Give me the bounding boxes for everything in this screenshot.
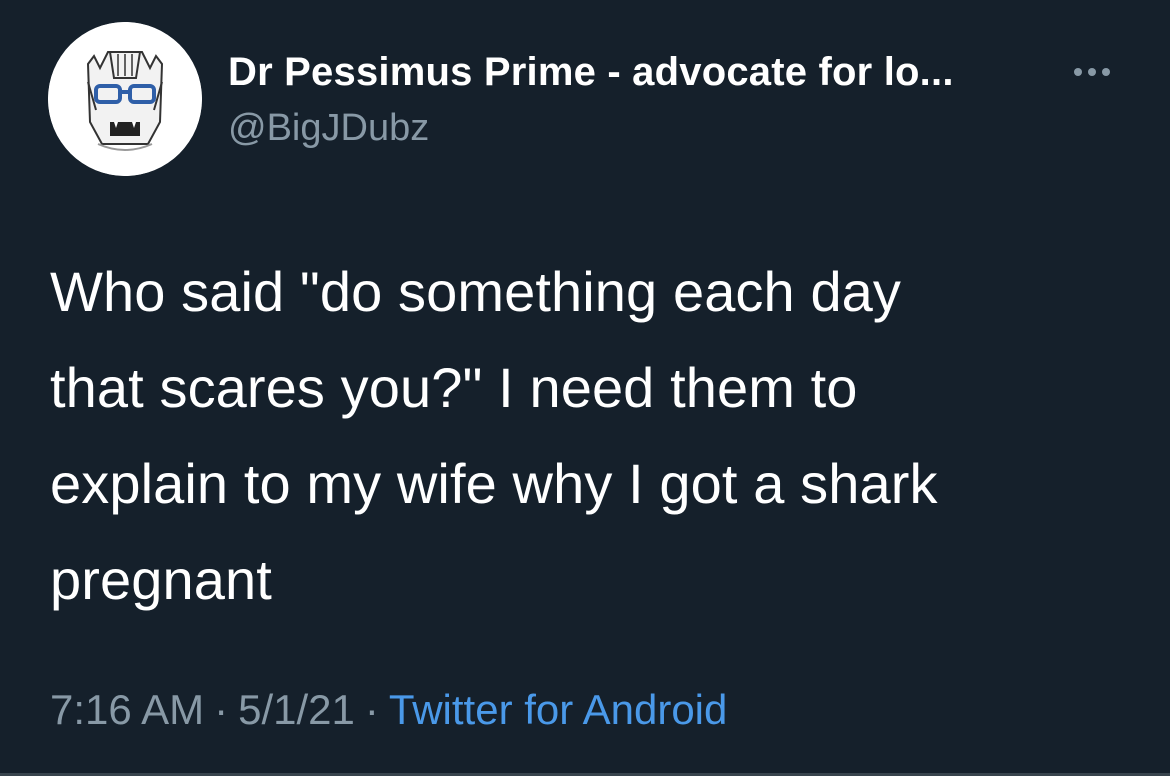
robot-helmet-avatar-icon[interactable] (48, 22, 202, 176)
author-display-name[interactable]: Dr Pessimus Prime - advocate for lo... (228, 50, 954, 95)
more-options-icon[interactable] (1066, 54, 1126, 90)
tweet-card: Dr Pessimus Prime - advocate for lo... @… (0, 0, 1170, 776)
meta-separator: · (214, 686, 229, 733)
meta-separator: · (364, 686, 379, 733)
tweet-meta: 7:16 AM · 5/1/21 · Twitter for Android (50, 686, 727, 734)
author-handle[interactable]: @BigJDubz (228, 107, 429, 150)
tweet-time[interactable]: 7:16 AM (50, 686, 204, 733)
tweet-source-link[interactable]: Twitter for Android (389, 686, 727, 733)
tweet-date[interactable]: 5/1/21 (238, 686, 355, 733)
tweet-text: Who said "do something each day that sca… (50, 260, 938, 611)
